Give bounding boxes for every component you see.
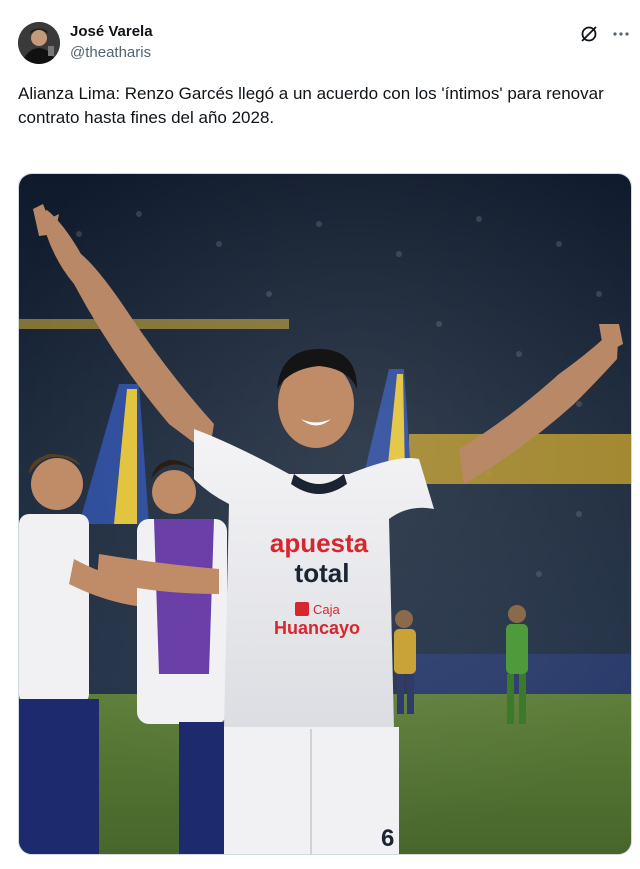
tweet-photo[interactable]: apuesta total Caja Huancayo 6 [18, 173, 632, 855]
author-handle[interactable]: @theatharis [70, 43, 153, 63]
tweet-text: Alianza Lima: Renzo Garcés llegó a un ac… [18, 84, 604, 127]
sponsor-line-1: apuesta [270, 528, 369, 558]
more-options-icon[interactable] [610, 23, 632, 45]
sponsor-line-4: Huancayo [274, 618, 360, 638]
avatar[interactable] [18, 22, 60, 64]
caja-logo [295, 602, 309, 616]
tweet-header: José Varela @theatharis [18, 20, 634, 68]
header-actions [578, 22, 632, 46]
sponsor-line-3: Caja [313, 602, 341, 617]
tweet-card: José Varela @theatharis Alianza Lima: Re… [0, 0, 640, 869]
shirt-number: 6 [381, 825, 394, 852]
grok-icon[interactable] [578, 23, 600, 45]
author-names: José Varela @theatharis [70, 22, 153, 63]
author-display-name[interactable]: José Varela [70, 22, 153, 42]
sponsor-line-2: total [295, 558, 350, 588]
